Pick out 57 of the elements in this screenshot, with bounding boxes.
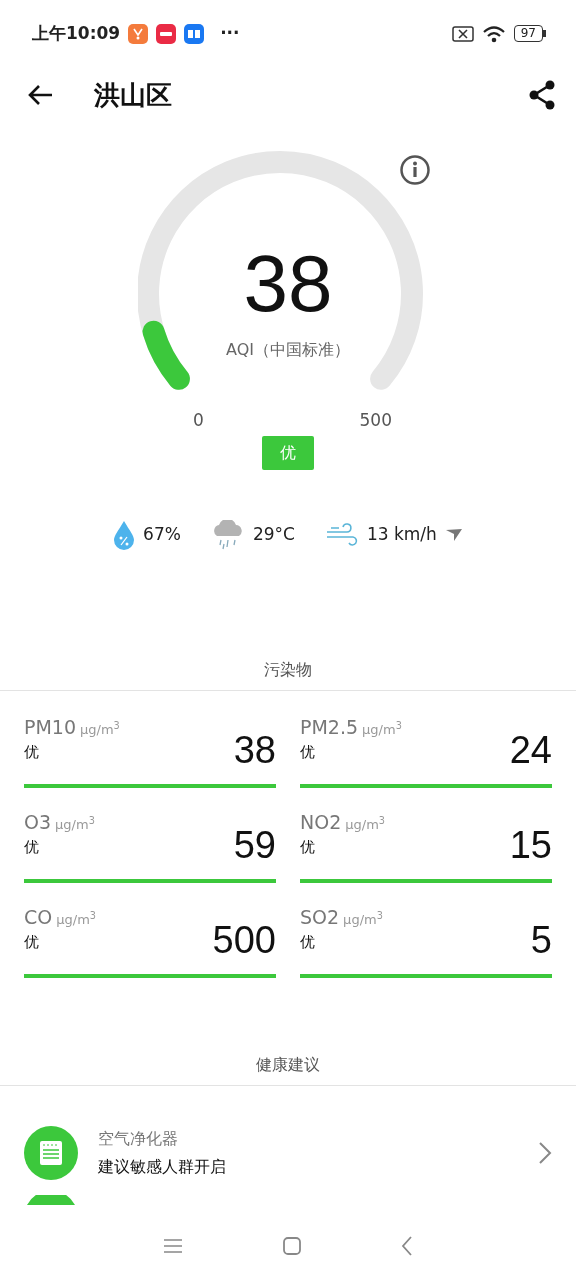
home-icon[interactable] — [283, 1237, 301, 1255]
wind-icon — [324, 521, 359, 548]
wind-speed: 13 km/h — [366, 523, 437, 547]
status-time: 上午10:09 — [32, 22, 121, 46]
pollutant-grade: 优 — [300, 932, 316, 954]
advice-icon — [24, 1194, 78, 1205]
pollutant-grade: 优 — [24, 837, 40, 859]
section-title: 健康建议 — [0, 1052, 576, 1086]
pollutant-value: 500 — [212, 920, 276, 959]
sim-icon — [451, 26, 474, 42]
aqi-label: AQI（中国标准） — [225, 339, 351, 362]
unit-label: μg/m$^{3}$ — [345, 816, 386, 832]
pollutant-name: O3 — [24, 810, 52, 833]
unit-label: μg/m$^{3}$ — [55, 816, 95, 832]
advice-text: 建议敏感人群开启 — [98, 1155, 226, 1178]
humidity-value: 67% — [143, 523, 181, 547]
scale-max: 500 — [359, 409, 392, 433]
app-icon — [128, 24, 149, 44]
unit-label: μg/m$^{3}$ — [56, 911, 97, 927]
section-title: 污染物 — [0, 657, 576, 691]
app-icon — [184, 24, 205, 44]
pollutant-value: 15 — [509, 825, 552, 864]
pollutant-value: 5 — [530, 920, 552, 959]
pollutant-grade: 优 — [24, 742, 40, 764]
purifier-icon — [24, 1125, 78, 1180]
wifi-icon — [481, 25, 506, 43]
pollutant-name: PM2.5 — [300, 715, 359, 738]
advice-item[interactable]: 空气净化器 建议敏感人群开启 — [0, 1085, 576, 1180]
pollutant-grade: 优 — [300, 837, 316, 859]
pollutant-grade: 优 — [24, 932, 40, 954]
pollutant-value: 38 — [233, 730, 276, 769]
aqi-value: 38 — [242, 244, 334, 325]
pollutant-value: 59 — [233, 825, 276, 864]
battery-tip-icon — [543, 30, 546, 38]
unit-label: μg/m$^{3}$ — [343, 911, 383, 927]
pollutant-grade: 优 — [300, 742, 316, 764]
advice-title: 空气净化器 — [98, 1127, 179, 1150]
app-icon — [156, 24, 177, 44]
unit-label: μg/m$^{3}$ — [80, 721, 120, 737]
temperature-value: 29°C — [252, 523, 295, 547]
page-title: 洪山区 — [94, 78, 172, 112]
wind-direction-icon — [444, 527, 463, 542]
scale-min: 0 — [193, 409, 204, 433]
battery-level: 97 — [513, 25, 543, 43]
pollutant-name: SO2 — [300, 905, 340, 928]
unit-label: μg/m$^{3}$ — [362, 721, 402, 737]
info-icon[interactable] — [399, 154, 431, 187]
pollutant-name: CO — [24, 905, 53, 928]
share-icon[interactable] — [528, 80, 556, 111]
pollutant-name: NO2 — [300, 810, 342, 833]
humidity-drop-icon — [113, 519, 136, 550]
pollutant-name: PM10 — [24, 715, 77, 738]
grade-label: 优 — [262, 436, 314, 471]
chevron-right-icon — [538, 1140, 552, 1165]
pollutant-value: 24 — [509, 730, 552, 769]
back-nav-icon[interactable] — [401, 1236, 413, 1256]
more-notifications: ··· — [220, 22, 240, 46]
